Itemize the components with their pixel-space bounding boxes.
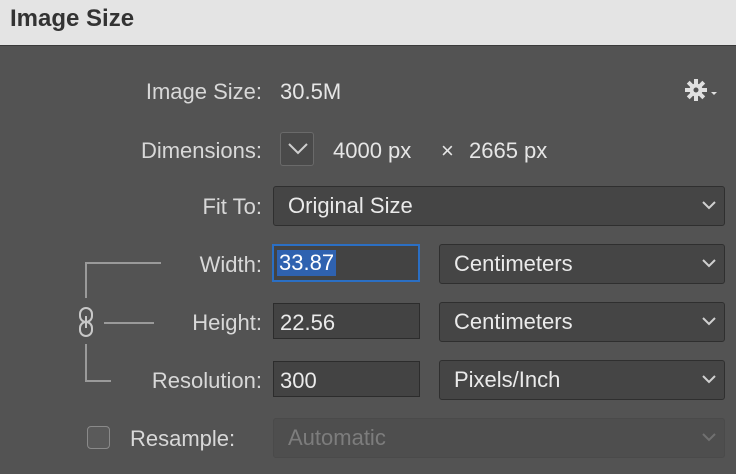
resolution-input-value: 300 (280, 368, 317, 393)
dimensions-label: Dimensions: (140, 138, 262, 163)
chevron-down-icon (702, 433, 716, 442)
dimensions-units-toggle[interactable] (280, 132, 314, 166)
height-unit-select[interactable]: Centimeters (439, 302, 725, 342)
fit-to-select[interactable]: Original Size (273, 186, 725, 226)
resample-method-select: Automatic (273, 418, 725, 458)
fit-to-selected-value: Original Size (288, 193, 413, 218)
dimensions-times-sign: × (441, 138, 454, 163)
constrain-top-vertical (85, 262, 87, 298)
width-unit-value: Centimeters (454, 251, 573, 276)
settings-gear-icon[interactable] (684, 78, 720, 102)
chevron-down-icon (702, 259, 716, 268)
fit-to-label: Fit To: (202, 194, 262, 219)
chevron-down-icon (702, 375, 716, 384)
resample-method-value: Automatic (288, 425, 386, 450)
resolution-input[interactable]: 300 (273, 361, 420, 397)
dimensions-width-value: 4000 px (333, 138, 412, 163)
image-size-label: Image Size: (145, 79, 262, 104)
width-input[interactable]: 33.87 (272, 244, 420, 282)
dimensions-height-value: 2665 px (469, 138, 548, 163)
constrain-bottom-vertical (85, 344, 87, 380)
width-label: Width: (199, 252, 262, 277)
height-input-value: 22.56 (280, 310, 336, 335)
dialog-titlebar: Image Size (0, 0, 736, 46)
width-input-value: 33.87 (277, 250, 337, 276)
resample-label: Resample: (130, 426, 236, 451)
chevron-down-icon (288, 143, 308, 155)
height-label: Height: (192, 310, 262, 335)
height-unit-value: Centimeters (454, 309, 573, 334)
resolution-unit-select[interactable]: Pixels/Inch (439, 360, 725, 400)
image-size-value: 30.5M (280, 79, 342, 104)
resample-checkbox[interactable] (87, 426, 110, 449)
chevron-down-icon (702, 201, 716, 210)
dialog-title: Image Size (10, 5, 135, 32)
height-input[interactable]: 22.56 (273, 303, 420, 339)
chain-link-icon[interactable] (77, 306, 95, 338)
resolution-label: Resolution: (151, 368, 262, 393)
chevron-down-icon (702, 317, 716, 326)
resolution-unit-value: Pixels/Inch (454, 367, 561, 392)
width-unit-select[interactable]: Centimeters (439, 244, 725, 284)
